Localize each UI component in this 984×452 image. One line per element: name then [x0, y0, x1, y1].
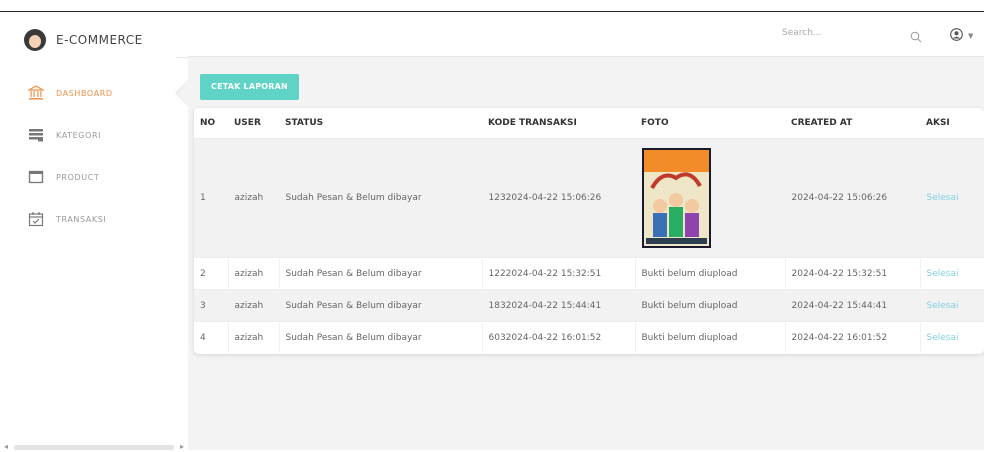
brand[interactable]: E-COMMERCE [24, 29, 143, 51]
cell-no: 2 [194, 257, 228, 290]
sidebar-item-dashboard[interactable]: DASHBOARD [0, 72, 188, 114]
sidebar-item-label: KATEGORI [56, 130, 102, 140]
column-header: USER [234, 118, 261, 128]
column-header: STATUS [285, 118, 324, 128]
search-input[interactable] [782, 28, 892, 38]
active-indicator [175, 80, 188, 106]
selesai-link[interactable]: Selesai [919, 257, 984, 290]
cell-kode: 1232024-04-22 15:06:26 [481, 138, 635, 258]
cell-user: azizah [227, 257, 279, 290]
search-icon[interactable] [910, 28, 922, 43]
print-report-button[interactable]: CETAK LAPORAN [200, 74, 299, 100]
cell-created-at: 2024-04-22 16:01:52 [784, 321, 920, 353]
brand-name: E-COMMERCE [56, 33, 143, 47]
table-row: 4 azizah Sudah Pesan & Belum dibayar 603… [194, 321, 984, 353]
horizontal-scrollbar[interactable]: ◂ ▸ [4, 442, 184, 452]
cell-no: 1 [194, 138, 228, 258]
selesai-link[interactable]: Selesai [919, 138, 984, 258]
transactions-card: NO USER STATUS KODE TRANSAKSI FOTO CREAT… [194, 108, 984, 354]
cell-foto [634, 138, 785, 258]
cell-user: azizah [227, 289, 279, 322]
cell-kode: 1222024-04-22 15:32:51 [481, 257, 635, 290]
table-row: 2 azizah Sudah Pesan & Belum dibayar 122… [194, 257, 984, 290]
cell-created-at: 2024-04-22 15:32:51 [784, 257, 920, 290]
column-header: AKSI [926, 118, 950, 128]
selesai-link[interactable]: Selesai [919, 321, 984, 353]
cell-created-at: 2024-04-22 15:06:26 [784, 138, 920, 258]
divider [176, 57, 188, 58]
cell-created-at: 2024-04-22 15:44:41 [784, 289, 920, 322]
cell-status: Sudah Pesan & Belum dibayar [278, 289, 482, 322]
payment-proof-image[interactable] [641, 148, 711, 248]
list-icon [28, 127, 44, 143]
column-header: CREATED AT [791, 118, 853, 128]
cell-foto: Bukti belum diupload [634, 257, 785, 290]
main-content: ▼ CETAK LAPORAN NO USER STATUS KODE TRAN… [188, 12, 984, 450]
cell-user: azizah [227, 321, 279, 353]
cell-kode: 1832024-04-22 15:44:41 [481, 289, 635, 322]
cell-status: Sudah Pesan & Belum dibayar [278, 321, 482, 353]
cell-status: Sudah Pesan & Belum dibayar [278, 257, 482, 290]
bank-icon [28, 85, 44, 101]
sidebar: E-COMMERCE DASHBOARD KATEGORI PRODUCT TR… [0, 12, 188, 452]
table-row: 1 azizah Sudah Pesan & Belum dibayar 123… [194, 138, 984, 258]
cell-foto: Bukti belum diupload [634, 289, 785, 322]
sidebar-item-label: DASHBOARD [56, 88, 113, 98]
sidebar-item-transaksi[interactable]: TRANSAKSI [0, 198, 188, 240]
table-row: 3 azizah Sudah Pesan & Belum dibayar 183… [194, 289, 984, 322]
selesai-link[interactable]: Selesai [919, 289, 984, 322]
user-circle-icon [950, 26, 963, 45]
cell-no: 4 [194, 321, 228, 353]
search-box [774, 23, 934, 45]
table-header-row: NO USER STATUS KODE TRANSAKSI FOTO CREAT… [194, 108, 984, 139]
cell-user: azizah [227, 138, 279, 258]
caret-down-icon: ▼ [968, 31, 974, 40]
window-icon [28, 169, 44, 185]
transactions-table: NO USER STATUS KODE TRANSAKSI FOTO CREAT… [194, 108, 984, 353]
calendar-check-icon [28, 211, 44, 227]
sidebar-item-product[interactable]: PRODUCT [0, 156, 188, 198]
cell-kode: 6032024-04-22 16:01:52 [481, 321, 635, 353]
sidebar-nav: DASHBOARD KATEGORI PRODUCT TRANSAKSI [0, 72, 188, 240]
sidebar-item-label: TRANSAKSI [56, 214, 107, 224]
column-header: NO [200, 118, 216, 128]
cell-foto: Bukti belum diupload [634, 321, 785, 353]
top-navbar: ▼ [188, 12, 984, 57]
user-menu[interactable]: ▼ [950, 26, 973, 45]
sidebar-item-label: PRODUCT [56, 172, 100, 182]
cell-status: Sudah Pesan & Belum dibayar [278, 138, 482, 258]
sidebar-item-kategori[interactable]: KATEGORI [0, 114, 188, 156]
cell-no: 3 [194, 289, 228, 322]
scrollbar-thumb[interactable] [14, 445, 174, 450]
column-header: FOTO [641, 118, 669, 128]
avatar-logo-icon [24, 29, 46, 51]
column-header: KODE TRANSAKSI [488, 118, 577, 128]
